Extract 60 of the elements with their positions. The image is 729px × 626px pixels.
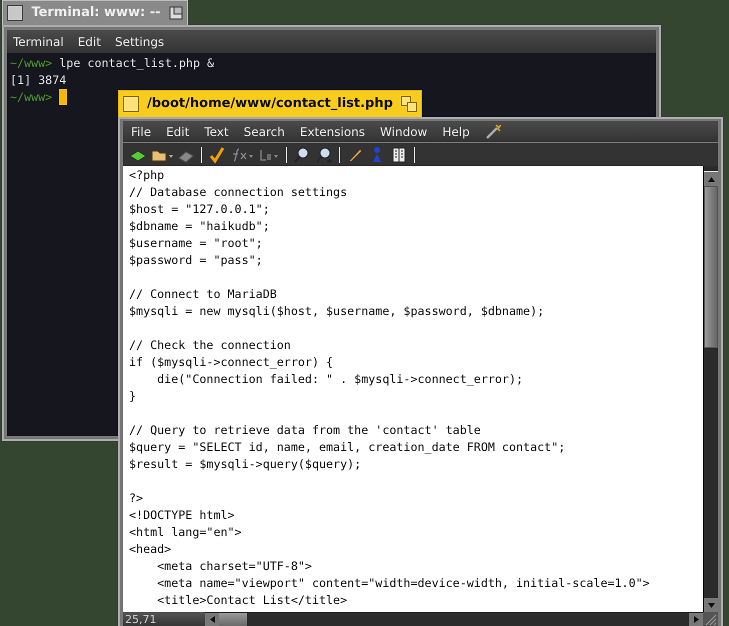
code-line: <html lang="en"> bbox=[129, 524, 243, 541]
menu-item[interactable]: Settings bbox=[114, 32, 164, 50]
code-line: // Check the connection bbox=[129, 337, 292, 354]
window-title: Terminal: www: -- bbox=[31, 4, 161, 22]
shell-prompt: ~/www> bbox=[10, 89, 52, 106]
close-icon[interactable] bbox=[7, 5, 23, 21]
vertical-scrollbar[interactable] bbox=[703, 166, 718, 612]
wand-icon[interactable] bbox=[484, 124, 501, 140]
code-line: ?> bbox=[129, 490, 144, 507]
scroll-thumb[interactable] bbox=[704, 186, 718, 348]
code-line: <meta name="viewport" content="width=device-width, initial-scale=1.0"> bbox=[156, 575, 651, 592]
code-line: <title>Contact List</title> bbox=[156, 592, 348, 609]
shell-prompt: ~/www> bbox=[10, 55, 52, 72]
function-icon[interactable] bbox=[230, 146, 254, 164]
checkmark-icon[interactable] bbox=[208, 146, 226, 164]
window-title: /boot/home/www/contact_list.php bbox=[147, 95, 393, 114]
scroll-down-icon[interactable] bbox=[704, 598, 718, 612]
code-line: // Connect to MariaDB bbox=[129, 286, 278, 303]
columns-icon[interactable] bbox=[390, 146, 408, 164]
menu-item[interactable]: Window bbox=[380, 122, 428, 140]
code-line: $query = "SELECT id, name, email, creation_date FROM contact"; bbox=[129, 439, 566, 456]
code-line: $mysqli = new mysqli($host, $username, $password, $dbname); bbox=[129, 303, 546, 320]
window-tab[interactable]: /boot/home/www/contact_list.php bbox=[118, 90, 422, 118]
code-line: <!DOCTYPE html> bbox=[129, 507, 236, 524]
menu-item[interactable]: Help bbox=[442, 122, 470, 140]
search-icon[interactable] bbox=[315, 146, 333, 164]
text-cursor bbox=[59, 89, 68, 105]
code-line: } bbox=[129, 388, 138, 405]
code-line: // Query to retrieve data from the 'contact' table bbox=[129, 422, 482, 439]
resize-grip-icon[interactable] bbox=[703, 612, 718, 626]
menu-item[interactable]: Extensions bbox=[300, 122, 366, 140]
code-line: <?php bbox=[129, 167, 166, 184]
terminal-text: lpe contact_list.php & bbox=[58, 55, 214, 72]
code-line: $result = $mysqli->query($query); bbox=[129, 456, 362, 473]
menu-item[interactable]: Edit bbox=[166, 122, 190, 140]
code-line: $dbname = "haikudb"; bbox=[129, 218, 271, 235]
code-line: die("Connection failed: " . $mysqli->connect_error); bbox=[156, 371, 524, 388]
search-icon[interactable] bbox=[293, 146, 311, 164]
code-line: $host = "127.0.0.1"; bbox=[129, 201, 271, 218]
close-icon[interactable] bbox=[123, 96, 139, 112]
scroll-right-icon[interactable] bbox=[689, 612, 703, 626]
scroll-thumb[interactable] bbox=[219, 612, 247, 626]
code-editor[interactable] bbox=[123, 166, 703, 612]
code-line: // Database connection settings bbox=[129, 184, 348, 201]
menu-item[interactable]: Search bbox=[244, 122, 285, 140]
code-line: $password = "pass"; bbox=[129, 252, 264, 269]
menu-item[interactable]: Terminal bbox=[13, 32, 64, 50]
menu-item[interactable]: File bbox=[131, 122, 152, 140]
horizontal-scrollbar[interactable] bbox=[205, 612, 703, 626]
menu-item[interactable]: Edit bbox=[78, 32, 101, 50]
scroll-left-icon[interactable] bbox=[205, 612, 219, 626]
terminal-text: [1] 3874 bbox=[10, 72, 66, 89]
menu-item[interactable]: Text bbox=[204, 122, 229, 140]
scroll-up-icon[interactable] bbox=[704, 172, 718, 186]
cursor-position: 25,71 bbox=[123, 612, 205, 626]
code-line: $username = "root"; bbox=[129, 235, 264, 252]
code-line: <meta charset="UTF-8"> bbox=[156, 558, 313, 575]
zoom-icon[interactable] bbox=[169, 6, 183, 20]
code-line: if ($mysqli->connect_error) { bbox=[129, 354, 334, 371]
code-line: <head> bbox=[129, 541, 172, 558]
